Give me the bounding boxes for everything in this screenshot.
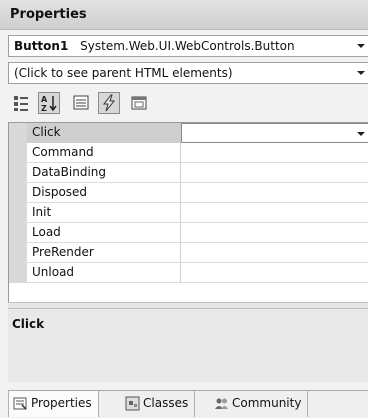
event-handler-dropdown[interactable] <box>181 123 368 143</box>
tab-label: Classes <box>143 396 189 410</box>
event-name: Command <box>27 143 181 163</box>
tab-properties[interactable]: Properties <box>8 391 99 417</box>
description-title: Click <box>12 317 45 331</box>
row-gutter <box>9 143 27 163</box>
tab-label: Properties <box>31 396 92 410</box>
event-row-click[interactable]: Click <box>9 123 368 143</box>
event-handler-value[interactable] <box>181 263 368 283</box>
event-handler-value[interactable] <box>181 243 368 263</box>
object-selector-dropdown[interactable]: Button1 System.Web.UI.WebControls.Button <box>8 35 368 57</box>
svg-text:Z: Z <box>41 104 47 113</box>
row-gutter <box>9 243 27 263</box>
community-icon <box>215 398 228 409</box>
chevron-down-icon[interactable] <box>357 71 365 75</box>
parent-elements-label: (Click to see parent HTML elements) <box>14 66 233 80</box>
event-name: PreRender <box>27 243 181 263</box>
svg-text:A: A <box>41 95 48 104</box>
properties-toolbar: A Z <box>8 88 178 118</box>
object-type: System.Web.UI.WebControls.Button <box>80 39 295 53</box>
event-name: Init <box>27 203 181 223</box>
event-handler-value[interactable] <box>181 143 368 163</box>
event-row-init[interactable]: Init <box>9 203 368 223</box>
chevron-down-icon[interactable] <box>357 44 365 48</box>
properties-icon <box>73 95 89 110</box>
row-gutter <box>9 183 27 203</box>
panel-title: Properties <box>0 0 368 30</box>
description-pane: Click <box>8 308 368 382</box>
event-row-unload[interactable]: Unload <box>9 263 368 283</box>
class-view-icon <box>125 396 140 411</box>
event-name: Unload <box>27 263 181 283</box>
properties-window-icon <box>13 397 27 410</box>
property-pages-button[interactable] <box>128 92 150 114</box>
categorized-icon <box>14 96 28 111</box>
alphabetical-icon: A Z <box>41 95 57 113</box>
event-handler-value[interactable] <box>181 163 368 183</box>
tool-window-tabs: Properties Classes Community <box>8 390 368 418</box>
event-handler-value[interactable] <box>181 183 368 203</box>
row-gutter <box>9 123 27 143</box>
events-grid: Click Command DataBinding Disposed Init … <box>8 122 368 302</box>
tab-community[interactable]: Community <box>210 391 309 417</box>
event-name: Click <box>27 123 181 143</box>
tab-label: Community <box>232 396 302 410</box>
row-gutter <box>9 203 27 223</box>
panel-title-text: Properties <box>10 7 87 22</box>
event-handler-value[interactable] <box>181 223 368 243</box>
row-gutter <box>9 223 27 243</box>
parent-elements-dropdown[interactable]: (Click to see parent HTML elements) <box>8 62 368 84</box>
events-lightning-icon <box>102 94 116 112</box>
event-row-prerender[interactable]: PreRender <box>9 243 368 263</box>
object-name: Button1 <box>14 39 69 53</box>
events-button[interactable] <box>98 92 120 114</box>
event-row-databinding[interactable]: DataBinding <box>9 163 368 183</box>
event-name: Load <box>27 223 181 243</box>
row-gutter <box>9 163 27 183</box>
row-gutter <box>9 263 27 283</box>
property-pages-icon <box>131 96 147 110</box>
event-row-disposed[interactable]: Disposed <box>9 183 368 203</box>
event-name: Disposed <box>27 183 181 203</box>
tab-classes[interactable]: Classes <box>121 391 196 417</box>
event-row-load[interactable]: Load <box>9 223 368 243</box>
properties-button[interactable] <box>70 92 92 114</box>
event-name: DataBinding <box>27 163 181 183</box>
alphabetical-button[interactable]: A Z <box>38 92 60 114</box>
event-row-command[interactable]: Command <box>9 143 368 163</box>
chevron-down-icon[interactable] <box>357 132 365 136</box>
categorized-button[interactable] <box>10 92 32 114</box>
event-handler-value[interactable] <box>181 203 368 223</box>
